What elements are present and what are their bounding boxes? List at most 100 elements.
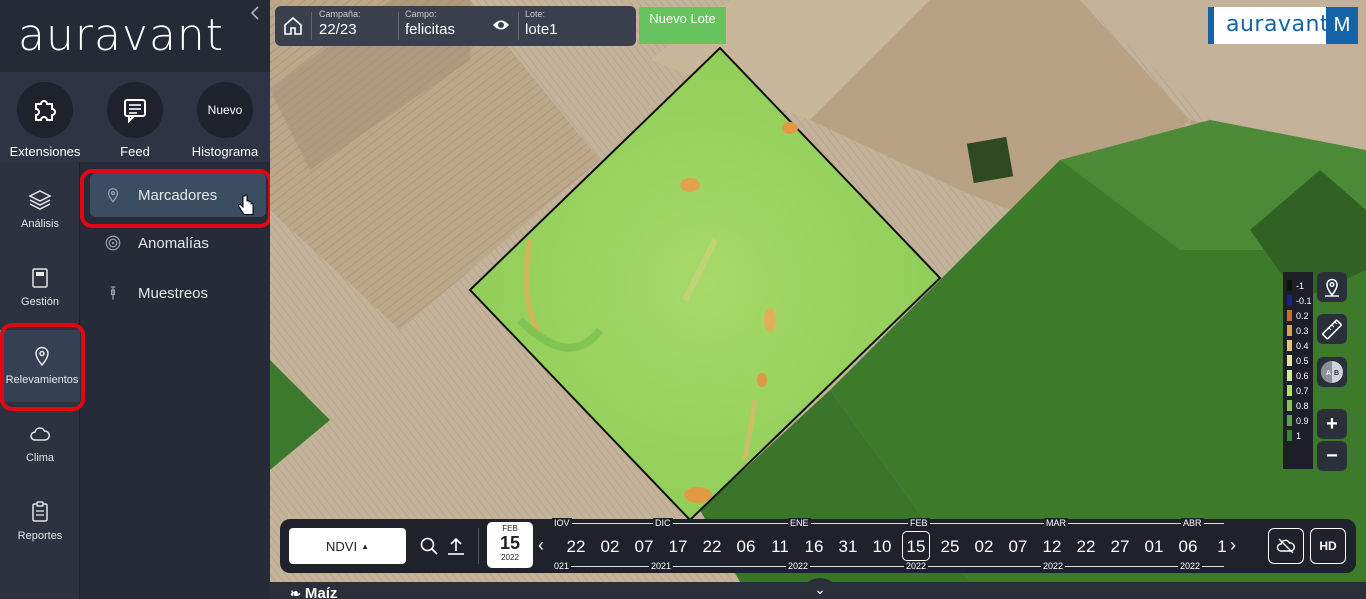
timeline-day[interactable]: 06 <box>1174 537 1202 557</box>
legend-entry: 0.2 <box>1287 308 1309 323</box>
legend-entry: 0.6 <box>1287 368 1309 383</box>
timeline-year-label: 2022 <box>1178 561 1203 571</box>
svg-text:A: A <box>1326 370 1331 377</box>
map-pin-icon <box>1325 278 1339 297</box>
current-date-card[interactable]: FEB 15 2022 <box>487 522 533 568</box>
timeline-month-label: MAR <box>1044 518 1068 528</box>
legend-entry: 0.8 <box>1287 398 1309 413</box>
pin-icon <box>107 188 119 203</box>
hd-button[interactable]: HD <box>1310 528 1346 564</box>
timeline-year-label: 021 <box>552 561 572 571</box>
date-day: 15 <box>499 533 521 553</box>
rail-label: Relevamientos <box>5 374 79 386</box>
caret-up-icon: ▲ <box>361 541 369 551</box>
satellite-map <box>270 0 1366 582</box>
timeline-day[interactable]: 02 <box>970 537 998 557</box>
histogram-button[interactable]: Nuevo Histograma <box>180 82 270 159</box>
user-avatar[interactable]: M <box>1326 7 1358 44</box>
cloud-filter-button[interactable] <box>1268 528 1304 564</box>
brand-box: auravant M <box>1208 7 1358 44</box>
layer-label: NDVI <box>326 538 358 554</box>
feed-button[interactable]: Feed <box>90 82 180 159</box>
timeline-day[interactable]: 22 <box>562 537 590 557</box>
timeline-day[interactable]: 11 <box>766 537 794 557</box>
timeline-month-label: ABR <box>1181 518 1204 528</box>
rail-label: Análisis <box>21 218 59 230</box>
timeline-year-label: 2022 <box>904 561 929 571</box>
lot-selector[interactable]: Lote: lote1 <box>525 9 558 38</box>
location-pin-icon <box>35 346 49 367</box>
timeline-day[interactable]: 17 <box>664 537 692 557</box>
submenu-item-anomalias[interactable]: Anomalías <box>90 221 266 265</box>
legend-swatch <box>1287 310 1292 321</box>
timeline-day[interactable]: 22 <box>1072 537 1100 557</box>
cloud-icon <box>30 427 50 441</box>
divider <box>518 12 519 40</box>
timeline-day[interactable]: 10 <box>868 537 896 557</box>
search-icon[interactable] <box>419 536 439 556</box>
timeline-day[interactable]: 07 <box>1004 537 1032 557</box>
timeline-month-label: IOV <box>552 518 572 528</box>
legend-value: 0.9 <box>1296 415 1309 426</box>
submenu-label: Marcadores <box>138 186 218 204</box>
timeline-day[interactable]: 12 <box>1038 537 1066 557</box>
rail-item-clima[interactable]: Clima <box>0 408 80 480</box>
rail-item-analisis[interactable]: Análisis <box>0 174 80 246</box>
clipboard-icon <box>32 501 48 522</box>
timeline-day[interactable]: 06 <box>732 537 760 557</box>
upload-icon[interactable] <box>446 536 466 556</box>
rail-item-gestion[interactable]: Gestión <box>0 252 80 324</box>
hand-cursor-icon <box>238 194 254 215</box>
layers-icon <box>28 190 52 210</box>
legend-entry: 0.5 <box>1287 353 1309 368</box>
timeline-day[interactable]: 27 <box>1106 537 1134 557</box>
legend-value: 1 <box>1296 430 1302 441</box>
extensions-button[interactable]: Extensiones <box>0 82 90 159</box>
legend-entry: 0.7 <box>1287 383 1309 398</box>
divider <box>398 12 399 40</box>
brand-logo: auravant <box>1226 12 1330 37</box>
field-caption: Campo: <box>405 9 437 19</box>
eye-icon[interactable] <box>492 18 510 32</box>
submenu-item-muestreos[interactable]: Muestreos <box>90 271 266 315</box>
timeline-day[interactable]: 1 <box>1208 537 1236 557</box>
zoom-in-button[interactable]: + <box>1317 409 1347 439</box>
legend-value: -0.1 <box>1296 295 1312 306</box>
map-view[interactable] <box>270 0 1366 582</box>
timeline-day[interactable]: 15 <box>902 531 930 561</box>
add-marker-button[interactable] <box>1317 272 1347 302</box>
campaign-selector[interactable]: Campaña: 22/23 <box>319 9 361 38</box>
date-year: 2022 <box>501 553 519 562</box>
timeline-day[interactable]: 31 <box>834 537 862 557</box>
zoom-out-button[interactable]: − <box>1317 441 1347 471</box>
histogram-label: Histograma <box>191 144 259 159</box>
lot-caption: Lote: <box>525 9 546 19</box>
timeline-day[interactable]: 01 <box>1140 537 1168 557</box>
divider <box>311 12 312 40</box>
collapse-sidebar-icon[interactable] <box>250 6 264 22</box>
rail-item-relevamientos[interactable]: Relevamientos <box>0 330 80 402</box>
legend-entry: 0.3 <box>1287 323 1309 338</box>
rail-item-reportes[interactable]: Reportes <box>0 486 80 558</box>
timeline-day[interactable]: 07 <box>630 537 658 557</box>
divider <box>478 528 479 564</box>
message-icon <box>107 82 163 138</box>
compare-button[interactable]: AB <box>1317 357 1347 387</box>
legend-value: 0.2 <box>1296 310 1309 321</box>
measure-button[interactable] <box>1317 314 1347 344</box>
field-selector[interactable]: Campo: felicitas <box>405 9 455 38</box>
legend-entry: -0.1 <box>1287 293 1312 308</box>
legend-entry: 1 <box>1287 428 1301 443</box>
timeline-day[interactable]: 16 <box>800 537 828 557</box>
submenu-label: Anomalías <box>138 234 209 252</box>
timeline-day[interactable]: 22 <box>698 537 726 557</box>
timeline-day[interactable]: 25 <box>936 537 964 557</box>
timeline-prev-icon[interactable]: ‹ <box>538 535 544 556</box>
new-lot-button[interactable]: Nuevo Lote <box>639 7 726 44</box>
legend-value: 0.8 <box>1296 400 1309 411</box>
layer-dropdown[interactable]: NDVI ▲ <box>289 528 406 564</box>
home-icon[interactable] <box>281 14 305 38</box>
date-month: FEB <box>502 524 518 533</box>
legend-swatch <box>1287 295 1292 306</box>
timeline-day[interactable]: 02 <box>596 537 624 557</box>
